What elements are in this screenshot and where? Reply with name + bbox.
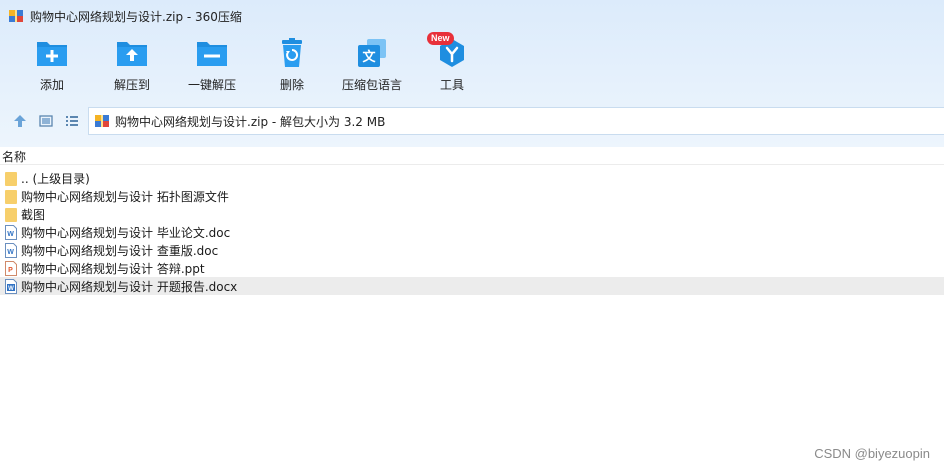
word-doc-icon: W <box>5 224 17 240</box>
archive-path: 购物中心网络规划与设计.zip - 解包大小为 3.2 MB <box>115 114 386 129</box>
file-name: 截图 <box>21 207 46 222</box>
file-name: 购物中心网络规划与设计 查重版.doc <box>21 243 219 258</box>
tools-button[interactable]: New 工具 <box>407 32 497 98</box>
list-item-topology-folder[interactable]: 购物中心网络规划与设计 拓扑图源文件 <box>0 187 944 205</box>
zip-archive-icon <box>9 10 23 22</box>
list-item-plagiarism-doc[interactable]: W 购物中心网络规划与设计 查重版.doc <box>0 241 944 259</box>
file-name: 购物中心网络规划与设计 毕业论文.doc <box>21 225 231 240</box>
one-click-extract-label: 一键解压 <box>187 78 236 92</box>
watermark: CSDN @biyezuopin <box>814 446 930 461</box>
up-arrow-icon[interactable] <box>12 113 28 129</box>
word-doc-icon: W <box>5 242 17 258</box>
folder-icon <box>5 171 17 186</box>
column-header: 名称 <box>0 147 944 165</box>
archive-language-label: 压缩包语言 <box>341 78 402 92</box>
word-docx-icon: W <box>5 278 17 294</box>
svg-text:W: W <box>8 286 14 292</box>
file-name: .. (上级目录) <box>21 171 90 186</box>
svg-text:文: 文 <box>362 49 376 65</box>
file-list: .. (上级目录) 购物中心网络规划与设计 拓扑图源文件 截图 W 购物中心网络… <box>0 169 944 295</box>
new-badge: New <box>427 32 454 45</box>
file-name: 购物中心网络规划与设计 答辩.ppt <box>21 261 205 276</box>
list-item-proposal-docx[interactable]: W 购物中心网络规划与设计 开题报告.docx <box>0 277 944 295</box>
folder-add-icon <box>37 42 67 66</box>
svg-text:P: P <box>8 267 13 274</box>
folder-icon <box>5 207 17 222</box>
folder-extract-icon <box>117 42 147 66</box>
trash-recycle-icon <box>282 38 302 67</box>
folder-icon <box>5 189 17 204</box>
delete-label: 删除 <box>279 78 304 92</box>
one-click-extract-button[interactable]: 一键解压 <box>167 36 257 98</box>
folder-one-click-icon <box>197 42 227 66</box>
list-item-screenshot-folder[interactable]: 截图 <box>0 205 944 223</box>
navigation-bar: 购物中心网络规划与设计.zip - 解包大小为 3.2 MB <box>0 106 944 136</box>
list-view-icon[interactable] <box>64 113 80 129</box>
tools-label: 工具 <box>439 78 464 92</box>
powerpoint-icon: P <box>5 260 17 276</box>
language-icon: 文 <box>358 39 386 67</box>
add-button[interactable]: 添加 <box>7 36 97 98</box>
thumbnail-view-icon[interactable] <box>38 113 54 129</box>
title-bar: 购物中心网络规划与设计.zip - 360压缩 <box>0 0 944 32</box>
extract-to-button[interactable]: 解压到 <box>87 36 177 98</box>
window-title: 购物中心网络规划与设计.zip - 360压缩 <box>30 9 242 24</box>
svg-text:W: W <box>7 231 14 238</box>
delete-button[interactable]: 删除 <box>247 36 337 98</box>
archive-language-button[interactable]: 文 压缩包语言 <box>327 36 417 98</box>
list-item-parent-dir[interactable]: .. (上级目录) <box>0 169 944 187</box>
add-label: 添加 <box>39 78 64 92</box>
extract-to-label: 解压到 <box>113 78 150 92</box>
list-item-defense-ppt[interactable]: P 购物中心网络规划与设计 答辩.ppt <box>0 259 944 277</box>
path-box[interactable]: 购物中心网络规划与设计.zip - 解包大小为 3.2 MB <box>88 107 944 135</box>
file-name: 购物中心网络规划与设计 拓扑图源文件 <box>21 189 229 204</box>
file-name: 购物中心网络规划与设计 开题报告.docx <box>21 279 238 294</box>
main-toolbar: 添加 解压到 一键解压 删除 文 压缩包语言 New 工具 <box>0 32 944 98</box>
column-name-header[interactable]: 名称 <box>2 148 26 165</box>
list-item-thesis-doc[interactable]: W 购物中心网络规划与设计 毕业论文.doc <box>0 223 944 241</box>
svg-text:W: W <box>7 249 14 256</box>
zip-archive-icon <box>95 115 109 127</box>
